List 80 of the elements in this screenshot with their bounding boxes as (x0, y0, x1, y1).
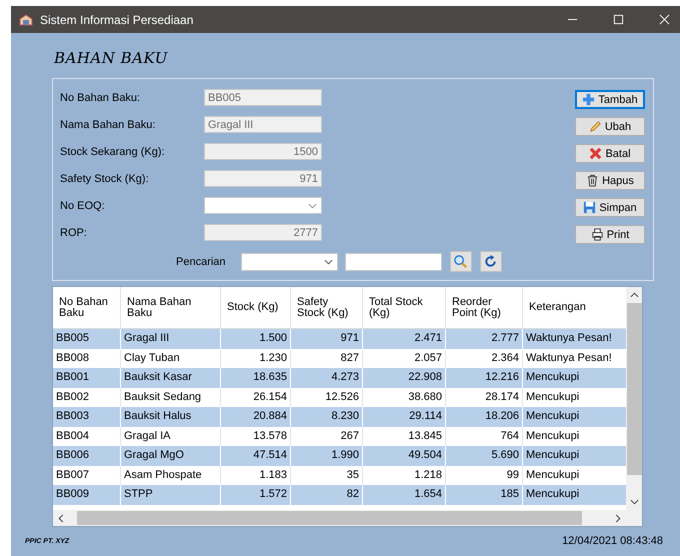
column-header[interactable]: Reorder Point (Kg) (446, 287, 523, 328)
field-label: No EOQ: (60, 200, 106, 212)
scroll-left-icon[interactable] (58, 514, 64, 522)
input-field[interactable]: 1500 (204, 143, 322, 160)
table-cell: 12.216 (446, 368, 523, 388)
page-heading: BAHAN BAKU (54, 49, 169, 69)
refresh-button[interactable] (480, 251, 502, 272)
delete-button[interactable]: Hapus (575, 171, 645, 190)
close-icon[interactable] (659, 14, 670, 25)
input-field[interactable]: 2777 (204, 224, 322, 241)
table-cell: 1.572 (221, 485, 291, 504)
table-cell: Bauksit Kasar (121, 368, 221, 388)
table-cell: 49.504 (363, 446, 446, 466)
table-cell: 4.273 (291, 368, 363, 388)
table-cell: BB001 (53, 368, 121, 388)
dropdown-field[interactable] (204, 197, 322, 214)
datetime-label: 12/04/2021 08:43:48 (562, 535, 663, 547)
column-header[interactable]: Nama Bahan Baku (121, 287, 221, 328)
table-cell: BB009 (53, 485, 121, 504)
table-cell: Bauksit Halus (121, 407, 221, 426)
column-header[interactable]: Total Stock (Kg) (363, 287, 446, 328)
input-field[interactable]: 971 (204, 170, 322, 187)
table-cell: 1.654 (363, 485, 446, 504)
chevron-down-icon (308, 202, 317, 208)
table-cell: 1.990 (291, 446, 363, 466)
table-cell: 47.514 (221, 446, 291, 466)
add-button[interactable]: Tambah (575, 90, 645, 109)
scroll-down-icon[interactable] (630, 499, 638, 505)
field-label: Safety Stock (Kg): (60, 172, 150, 184)
scroll-thumb[interactable] (626, 303, 642, 475)
printer-icon (590, 228, 604, 241)
search-icon (453, 254, 468, 269)
scroll-right-icon[interactable] (615, 514, 621, 522)
print-button[interactable]: Print (575, 225, 645, 244)
plus-icon (582, 93, 596, 106)
column-header[interactable]: No Bahan Baku (53, 287, 121, 328)
table-cell: 2.471 (363, 329, 446, 348)
field-label: Nama Bahan Baku: (60, 118, 156, 130)
table-cell: 20.884 (221, 407, 291, 426)
field-label: No Bahan Baku: (60, 92, 142, 104)
search-field[interactable] (344, 252, 442, 270)
scroll-thumb[interactable] (77, 511, 582, 525)
maximize-icon[interactable] (613, 14, 624, 25)
search-button[interactable] (450, 251, 472, 272)
table-cell: 82 (291, 485, 363, 504)
table-cell: STPP (121, 485, 221, 504)
column-header[interactable]: Stock (Kg) (221, 287, 291, 328)
field-label: ROP: (60, 226, 88, 238)
table-cell: 18.206 (446, 407, 523, 426)
chevron-down-icon (324, 258, 333, 264)
table-cell: BB006 (53, 446, 121, 466)
table-cell: 29.114 (363, 407, 446, 426)
vertical-scrollbar[interactable] (626, 287, 642, 510)
table-cell: BB005 (53, 329, 121, 348)
window-title: Sistem Informasi Persediaan (40, 12, 194, 26)
table-cell: 1.500 (221, 329, 291, 348)
refresh-icon (483, 254, 498, 269)
pencil-icon (588, 120, 602, 133)
table-cell: 18.635 (221, 368, 291, 388)
building-icon (19, 14, 33, 26)
table-cell: 8.230 (291, 407, 363, 426)
table-cell: 22.908 (363, 368, 446, 388)
table-cell: Gragal III (121, 329, 221, 348)
table-cell: 185 (446, 485, 523, 504)
scroll-up-icon[interactable] (630, 292, 638, 298)
search-label: Pencarian (176, 256, 226, 268)
table-cell: 5.690 (446, 446, 523, 466)
field-label: Stock Sekarang (Kg): (60, 146, 166, 158)
column-header[interactable]: Safety Stock (Kg) (291, 287, 363, 328)
cross-icon (589, 147, 602, 160)
table-cell: 971 (291, 329, 363, 348)
edit-button[interactable]: Ubah (575, 117, 645, 136)
table-cell: BB003 (53, 407, 121, 426)
table-cell: 2.777 (446, 329, 523, 348)
cancel-button[interactable]: Batal (575, 144, 645, 163)
trash-icon (586, 174, 600, 187)
input-field[interactable]: Gragal III (204, 116, 322, 133)
table-cell: Gragal MgO (121, 446, 221, 466)
input-field[interactable]: BB005 (204, 89, 322, 106)
save-button[interactable]: Simpan (575, 198, 645, 217)
